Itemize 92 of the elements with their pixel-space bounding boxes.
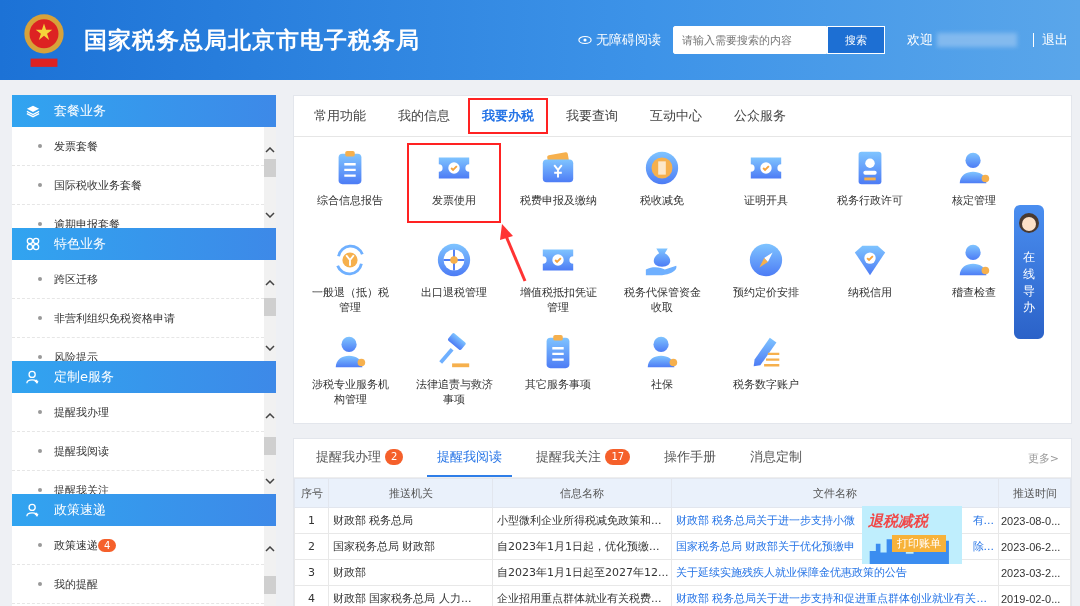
sidebar-item[interactable]: 国际税收业务套餐 (54, 177, 142, 193)
service-tile[interactable]: 税务数字账户 (724, 327, 808, 419)
coin-icon (643, 149, 681, 187)
tab[interactable]: 公众服务 (720, 98, 800, 134)
grid-icon (26, 237, 40, 251)
tab[interactable]: 消息定制 (740, 439, 813, 477)
chevron-down-icon[interactable] (265, 212, 275, 218)
scrollbar[interactable] (264, 127, 276, 228)
tab[interactable]: 提醒我办理 2 (306, 439, 414, 477)
sidebar-item[interactable]: 提醒我阅读 (54, 443, 109, 459)
column-header: 推送时间 (998, 478, 1071, 508)
service-tile[interactable]: 社保 (620, 327, 704, 419)
tab[interactable]: 提醒我关注 17 (526, 439, 641, 477)
scrollbar-thumb[interactable] (264, 437, 276, 455)
service-tile[interactable]: 其它服务事项 (516, 327, 600, 419)
table-cell: 4 (294, 585, 329, 606)
welcome-text: 欢迎 (907, 31, 933, 49)
chevron-down-icon[interactable] (265, 345, 275, 351)
chevron-up-icon[interactable] (265, 413, 275, 419)
tab[interactable]: 我的信息 (384, 98, 464, 134)
user-add-icon (26, 503, 40, 517)
table-cell: 财政部 (328, 559, 493, 586)
document-link[interactable]: 有... (972, 513, 994, 528)
table-cell: 1 (294, 507, 329, 534)
globe-icon (435, 241, 473, 279)
tab[interactable]: 我要办税 (468, 98, 548, 134)
sidebar-item[interactable]: 跨区迁移 (54, 271, 98, 287)
service-tile[interactable]: 税务代保管资金收取 (620, 235, 704, 327)
document-link[interactable]: 国家税务总局 财政部关于优化预缴申 (676, 539, 856, 554)
service-tile[interactable]: 增值税抵扣凭证管理 (516, 235, 600, 327)
column-header: 推送机关 (328, 478, 493, 508)
table-cell: 2023-03-2... (998, 559, 1071, 586)
sidebar-item[interactable]: 政策速递 (54, 537, 98, 553)
column-header: 序号 (294, 478, 329, 508)
service-tile[interactable]: 涉税专业服务机构管理 (308, 327, 392, 419)
chevron-down-icon[interactable] (265, 478, 275, 484)
tab[interactable]: 常用功能 (300, 98, 380, 134)
service-tile[interactable]: 纳税信用 (828, 235, 912, 327)
promo-title: 退税减税 (868, 512, 928, 531)
document-link[interactable]: 除... (972, 539, 994, 554)
avatar-icon (1017, 211, 1041, 235)
layers-icon (26, 104, 40, 118)
sidebar-item[interactable]: 提醒我办理 (54, 404, 109, 420)
service-tile[interactable]: 税费申报及缴纳 (516, 143, 600, 235)
table-cell: 国家税务总局 财政部 (328, 533, 493, 560)
service-tile[interactable]: 税收减免 (620, 143, 704, 235)
service-tile[interactable]: 发票使用 (407, 143, 501, 223)
service-tile[interactable]: 税务行政许可 (828, 143, 912, 235)
sidebar-item[interactable]: 发票套餐 (54, 138, 98, 154)
service-tile[interactable]: 出口退税管理 (412, 235, 496, 327)
scrollbar[interactable] (264, 526, 276, 606)
compass-icon (747, 241, 785, 279)
sidebar-item[interactable]: 我的提醒 (54, 576, 98, 592)
table-cell: 3 (294, 559, 329, 586)
service-tile[interactable]: 一般退（抵）税管理 (308, 235, 392, 327)
table-cell: 2023-08-0... (998, 507, 1071, 534)
online-guide-button[interactable]: 在线导办 (1014, 205, 1044, 339)
column-header: 文件名称 (671, 478, 999, 508)
service-tile[interactable]: 核定管理 (932, 143, 1016, 235)
search-field[interactable]: 请输入需要搜索的内容 (673, 26, 827, 54)
scrollbar[interactable] (264, 393, 276, 494)
table-cell: 自2023年1月1日起至2027年12... (492, 559, 672, 586)
eye-icon (578, 35, 592, 45)
site-title: 国家税务总局北京市电子税务局 (84, 25, 420, 55)
chevron-up-icon[interactable] (265, 546, 275, 552)
service-tile[interactable]: 证明开具 (724, 143, 808, 235)
document-link[interactable]: 财政部 税务总局关于进一步支持小微 (676, 513, 856, 528)
column-header: 信息名称 (492, 478, 672, 508)
service-tile[interactable]: 法律追责与救济事项 (412, 327, 496, 419)
tab[interactable]: 我要查询 (552, 98, 632, 134)
tab[interactable]: 互动中心 (636, 98, 716, 134)
table-cell: 2 (294, 533, 329, 560)
scrollbar-thumb[interactable] (264, 576, 276, 594)
chevron-up-icon[interactable] (265, 280, 275, 286)
service-tile[interactable]: 稽查检查 (932, 235, 1016, 327)
user-add-icon (26, 370, 40, 384)
scrollbar-thumb[interactable] (264, 159, 276, 177)
count-badge: 4 (98, 538, 117, 552)
search-button[interactable]: 搜索 (827, 26, 885, 54)
table-cell: 自2023年1月1日起，优化预缴... (492, 533, 672, 560)
sidebar-item[interactable]: 非营利组织免税资格申请 (54, 310, 175, 326)
service-tile[interactable]: 预约定价安排 (724, 235, 808, 327)
annotation-arrow (498, 224, 528, 282)
table-cell: 小型微利企业所得税减免政策和... (492, 507, 672, 534)
table-cell: 2023-06-2... (998, 533, 1071, 560)
tab[interactable]: 操作手册 (654, 439, 727, 477)
scrollbar[interactable] (264, 260, 276, 361)
scrollbar-thumb[interactable] (264, 298, 276, 316)
table-cell: 财政部 税务总局 (328, 507, 493, 534)
chevron-up-icon[interactable] (265, 147, 275, 153)
table-cell: 2019-02-0... (998, 585, 1071, 606)
service-tile[interactable]: 综合信息报告 (308, 143, 392, 235)
